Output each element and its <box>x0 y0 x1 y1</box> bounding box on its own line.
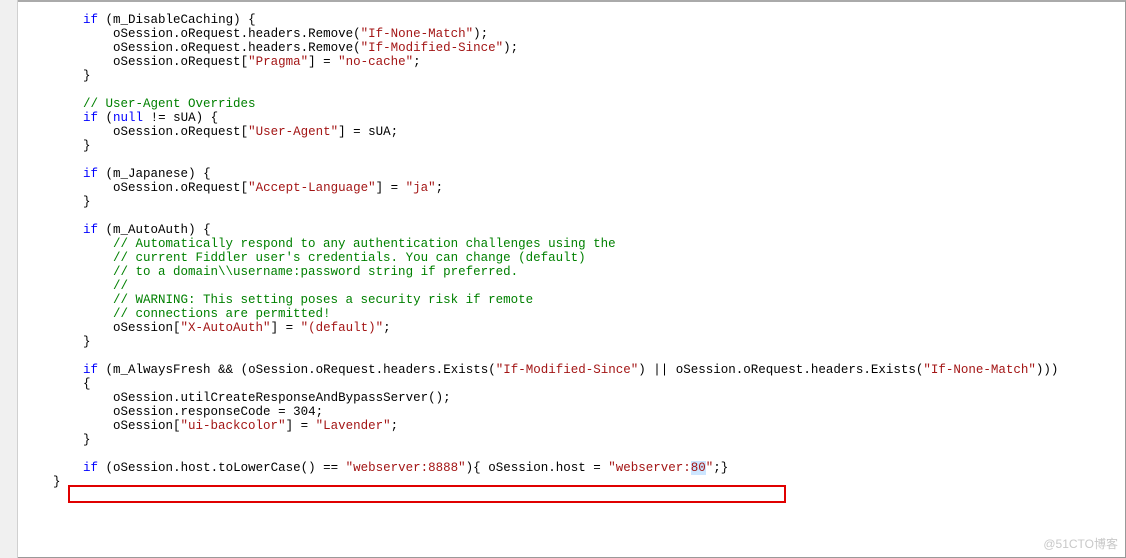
code-line[interactable]: // Automatically respond to any authenti… <box>23 237 1125 251</box>
code-line[interactable]: // User-Agent Overrides <box>23 97 1125 111</box>
code-line[interactable]: } <box>23 475 1125 489</box>
code-line[interactable] <box>23 349 1125 363</box>
code-line[interactable]: oSession.responseCode = 304; <box>23 405 1125 419</box>
code-line[interactable]: // to a domain\\username:password string… <box>23 265 1125 279</box>
code-line[interactable]: if (m_AlwaysFresh && (oSession.oRequest.… <box>23 363 1125 377</box>
code-line[interactable]: oSession.utilCreateResponseAndBypassServ… <box>23 391 1125 405</box>
code-line[interactable]: if (null != sUA) { <box>23 111 1125 125</box>
code-line[interactable]: // current Fiddler user's credentials. Y… <box>23 251 1125 265</box>
code-line[interactable]: if (oSession.host.toLowerCase() == "webs… <box>23 461 1125 475</box>
code-line[interactable] <box>23 447 1125 461</box>
code-line[interactable]: if (m_DisableCaching) { <box>23 13 1125 27</box>
watermark-text: @51CTO博客 <box>1043 535 1118 552</box>
editor-gutter <box>0 0 18 558</box>
code-line[interactable] <box>23 83 1125 97</box>
code-line[interactable]: oSession.oRequest.headers.Remove("If-Mod… <box>23 41 1125 55</box>
code-line[interactable]: // WARNING: This setting poses a securit… <box>23 293 1125 307</box>
code-editor[interactable]: if (m_DisableCaching) { oSession.oReques… <box>0 0 1126 558</box>
code-line[interactable]: } <box>23 139 1125 153</box>
code-content[interactable]: if (m_DisableCaching) { oSession.oReques… <box>23 10 1125 489</box>
code-line[interactable]: if (m_Japanese) { <box>23 167 1125 181</box>
code-line[interactable]: oSession["ui-backcolor"] = "Lavender"; <box>23 419 1125 433</box>
code-line[interactable] <box>23 153 1125 167</box>
code-line[interactable]: oSession.oRequest["Accept-Language"] = "… <box>23 181 1125 195</box>
code-line[interactable]: } <box>23 433 1125 447</box>
code-line[interactable] <box>23 209 1125 223</box>
code-line[interactable]: } <box>23 195 1125 209</box>
code-line[interactable]: oSession.oRequest["User-Agent"] = sUA; <box>23 125 1125 139</box>
code-line[interactable]: oSession["X-AutoAuth"] = "(default)"; <box>23 321 1125 335</box>
code-line[interactable]: // connections are permitted! <box>23 307 1125 321</box>
code-line[interactable]: } <box>23 335 1125 349</box>
code-line[interactable]: } <box>23 69 1125 83</box>
code-line[interactable]: { <box>23 377 1125 391</box>
code-line[interactable]: oSession.oRequest.headers.Remove("If-Non… <box>23 27 1125 41</box>
code-line[interactable]: oSession.oRequest["Pragma"] = "no-cache"… <box>23 55 1125 69</box>
code-line[interactable]: if (m_AutoAuth) { <box>23 223 1125 237</box>
code-line[interactable]: // <box>23 279 1125 293</box>
